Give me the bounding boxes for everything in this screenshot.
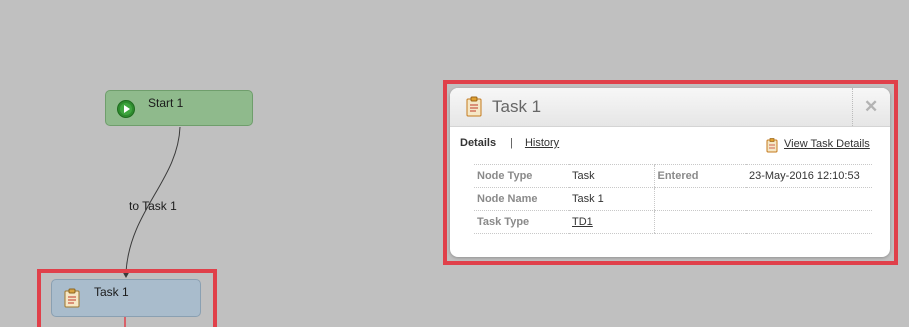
node-name-label: Node Name xyxy=(474,187,569,211)
close-icon[interactable]: ✕ xyxy=(864,97,878,117)
clipboard-icon xyxy=(64,288,80,308)
task-type-cell: TD1 xyxy=(569,210,654,234)
view-task-details-label: View Task Details xyxy=(784,138,870,150)
popup-header: Task 1 ✕ xyxy=(450,88,890,127)
node-name-value: Task 1 xyxy=(569,187,654,211)
entered-label: Entered xyxy=(653,164,746,188)
empty-cell xyxy=(746,210,872,234)
start-node-label: Start 1 xyxy=(148,96,184,110)
tab-history[interactable]: History xyxy=(525,137,559,149)
connector-label: to Task 1 xyxy=(129,199,177,213)
empty-cell xyxy=(653,210,746,234)
node-type-value: Task xyxy=(569,164,654,188)
task-type-label: Task Type xyxy=(474,210,569,234)
workflow-canvas: Start 1 to Task 1 Task 1 Task 1 ✕ Detail… xyxy=(0,0,909,327)
table-row: Node Name Task 1 xyxy=(474,187,872,211)
task-type-link[interactable]: TD1 xyxy=(572,216,593,228)
table-row: Node Type Task Entered 23-May-2016 12:10… xyxy=(474,164,872,188)
details-table: Node Type Task Entered 23-May-2016 12:10… xyxy=(474,164,872,234)
play-icon xyxy=(117,100,135,118)
empty-cell xyxy=(653,187,746,211)
tab-details[interactable]: Details xyxy=(460,137,496,149)
tab-separator: | xyxy=(510,137,513,149)
node-type-label: Node Type xyxy=(474,164,569,188)
start-node[interactable]: Start 1 xyxy=(105,90,253,126)
popup-tabs: Details | History xyxy=(460,137,559,149)
close-divider xyxy=(852,88,854,126)
task-node-label: Task 1 xyxy=(94,285,129,299)
clipboard-icon xyxy=(466,96,482,117)
clipboard-icon xyxy=(766,138,778,153)
popup-title: Task 1 xyxy=(492,97,542,116)
task-node[interactable]: Task 1 xyxy=(51,279,201,317)
task-popup: Task 1 ✕ Details | History View Task Detai… xyxy=(450,88,890,257)
empty-cell xyxy=(746,187,872,211)
table-row: Task Type TD1 xyxy=(474,210,872,234)
entered-value: 23-May-2016 12:10:53 xyxy=(746,164,872,188)
